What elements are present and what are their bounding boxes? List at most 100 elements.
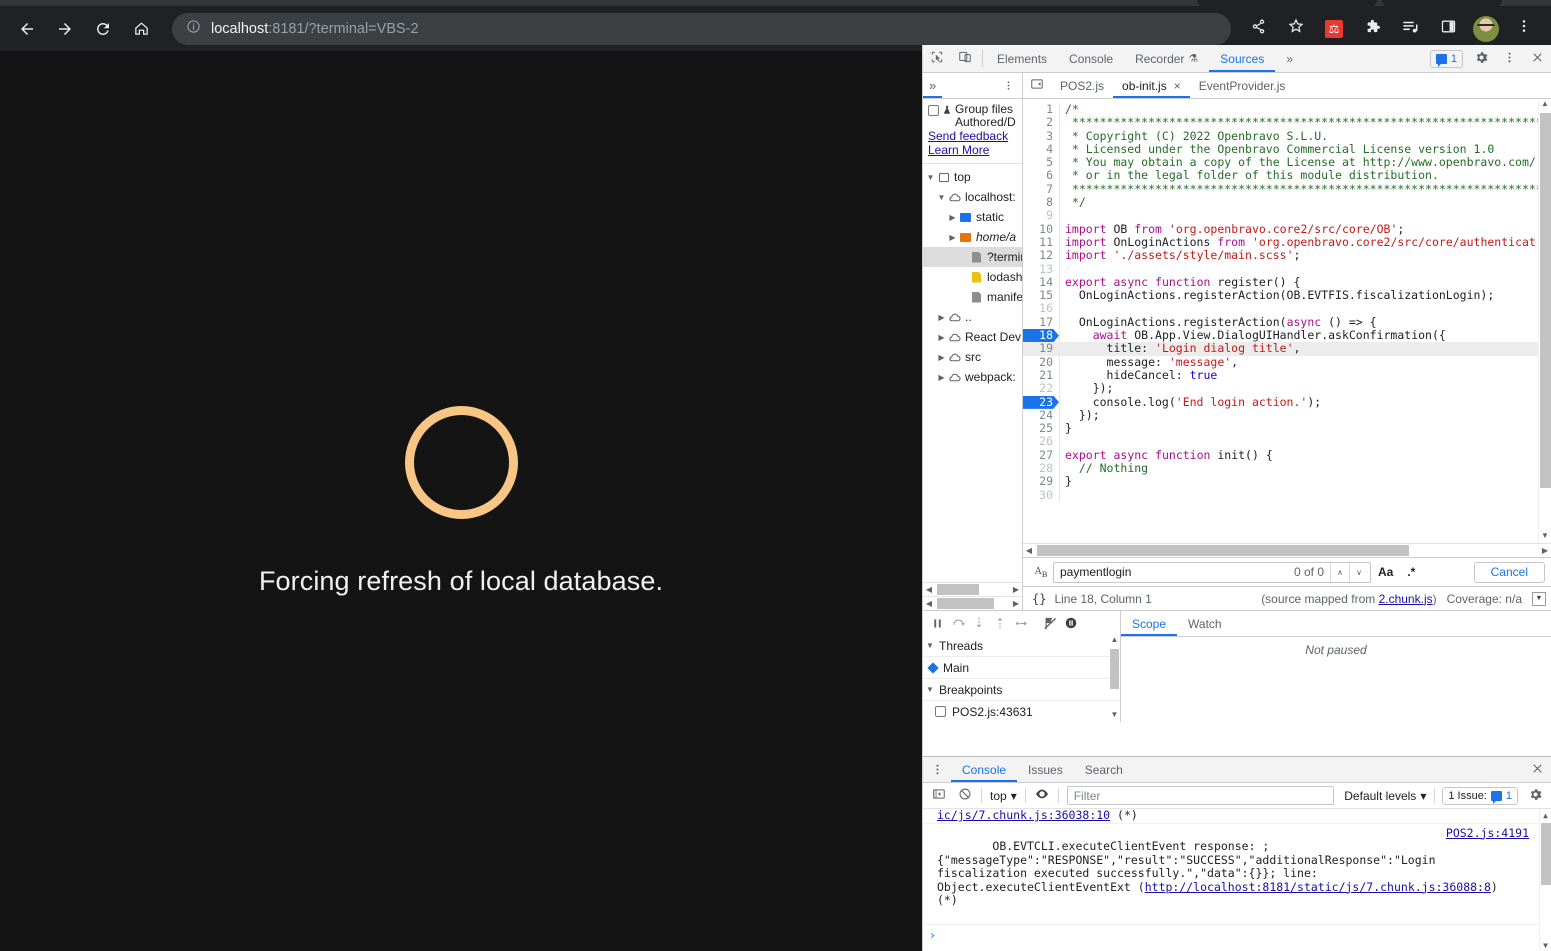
scroll-left-icon[interactable]: ◀ [923,599,935,608]
console-filter-input[interactable] [1067,786,1335,805]
drawer-tab-issues[interactable]: Issues [1017,757,1074,782]
console-levels-selector[interactable]: Default levels▾ [1339,789,1431,803]
caret-right-icon[interactable]: ▶ [947,233,958,242]
more-tabs-button[interactable]: » [1275,45,1304,72]
line-number[interactable]: 17 [1023,316,1059,329]
dropdown-box-icon[interactable]: ▼ [1532,592,1546,606]
line-number[interactable]: 30 [1023,489,1059,502]
line-number[interactable]: 19 [1023,342,1059,355]
line-number[interactable]: 11 [1023,236,1059,249]
tree-item-webpack[interactable]: ▶webpack: [923,367,1022,387]
console-issues-badge[interactable]: 1 Issue: 1 [1442,787,1518,805]
console-entry-source-link[interactable]: POS2.js:4191 [1446,827,1529,841]
extension-app-button[interactable]: ⚖ [1319,14,1349,44]
tab-sources[interactable]: Sources [1209,45,1275,72]
caret-down-icon[interactable]: ▼ [925,173,936,182]
tab-elements[interactable]: Elements [986,45,1058,72]
scroll-thumb[interactable] [937,584,979,595]
devtools-settings-button[interactable] [1467,45,1495,72]
code-horizontal-scrollbar[interactable]: ◀ ▶ [1023,543,1551,557]
threads-section-header[interactable]: ▼Threads [923,635,1120,657]
clear-console-button[interactable] [952,785,978,807]
line-number[interactable]: 12 [1023,249,1059,262]
navigator-menu-button[interactable] [1002,79,1015,92]
navigator-hscrollbar-1[interactable]: ◀ ▶ [923,582,1022,596]
search-next-button[interactable]: ∨ [1349,563,1368,582]
console-entry-url-link[interactable]: http://localhost:8181/static/js/7.chunk.… [1145,880,1491,894]
tree-item-static[interactable]: ▶static [923,207,1022,227]
issues-badge[interactable]: 1 [1430,50,1463,68]
line-number[interactable]: 6 [1023,169,1059,182]
site-info-icon[interactable] [186,19,201,39]
side-panel-button[interactable] [1433,14,1463,44]
navigator-hscrollbar-2[interactable]: ◀ ▶ [923,596,1022,610]
tab-console[interactable]: Console [1058,45,1124,72]
reload-button[interactable] [87,13,119,45]
device-toolbar-button[interactable] [951,45,979,72]
devtools-close-button[interactable] [1523,45,1551,72]
drawer-menu-button[interactable] [923,757,951,782]
media-button[interactable] [1395,14,1425,44]
line-number[interactable]: 4 [1023,143,1059,156]
search-prev-button[interactable]: ∧ [1330,563,1349,582]
step-into-button[interactable] [969,613,989,633]
pretty-print-braces-icon[interactable]: {} [1028,592,1054,606]
extensions-button[interactable] [1357,14,1387,44]
line-number[interactable]: 3 [1023,130,1059,143]
scroll-down-icon[interactable]: ▼ [1539,531,1551,543]
send-feedback-link[interactable]: Send feedback [928,129,1018,143]
code-vertical-scrollbar[interactable]: ▲ ▼ [1538,99,1551,543]
line-number[interactable]: 14 [1023,276,1059,289]
line-number[interactable]: 16 [1023,302,1059,315]
drawer-tab-console[interactable]: Console [951,757,1017,782]
tree-item-localhost[interactable]: ▼localhost: [923,187,1022,207]
tree-item-home-a[interactable]: ▶home/a [923,227,1022,247]
caret-down-icon[interactable]: ▼ [936,193,947,202]
editor-tab-close-icon[interactable]: × [1174,79,1181,93]
tab-recorder[interactable]: Recorder⚗ [1124,45,1209,72]
match-case-button[interactable]: Aa [1371,565,1400,579]
debugger-vertical-scrollbar[interactable]: ▲ ▼ [1109,635,1120,722]
scroll-down-icon[interactable]: ▼ [1109,710,1120,722]
scroll-thumb[interactable] [1540,113,1551,488]
line-number[interactable]: 8 [1023,196,1059,209]
live-expression-button[interactable] [1029,785,1055,807]
group-files-row[interactable]: Group filesAuthored/D [928,103,1018,129]
scroll-up-icon[interactable]: ▲ [1109,635,1120,647]
thread-item-main[interactable]: Main [923,657,1120,679]
scroll-left-icon[interactable]: ◀ [1023,546,1035,555]
scroll-down-icon[interactable]: ▼ [1540,939,1551,951]
tree-item-termin[interactable]: ?termin [923,247,1022,267]
line-number[interactable]: 21 [1023,369,1059,382]
line-number[interactable]: 25 [1023,422,1059,435]
search-field[interactable]: 0 of 0 ∧ ∨ [1053,562,1371,583]
step-out-button[interactable] [990,613,1010,633]
line-number[interactable]: 24 [1023,409,1059,422]
inspect-element-button[interactable] [923,45,951,72]
scroll-thumb[interactable] [1037,545,1409,556]
line-number[interactable]: 27 [1023,449,1059,462]
scroll-left-icon[interactable]: ◀ [923,585,935,594]
drawer-tab-search[interactable]: Search [1074,757,1134,782]
breakpoint-checkbox[interactable] [935,706,946,717]
step-button[interactable] [1011,613,1031,633]
caret-right-icon[interactable]: ▶ [936,313,947,322]
scroll-track[interactable] [935,598,1010,609]
line-number[interactable]: 5 [1023,156,1059,169]
step-over-button[interactable] [948,613,968,633]
line-number[interactable]: 29 [1023,475,1059,488]
deactivate-breakpoints-button[interactable] [1040,613,1060,633]
line-number[interactable]: 2 [1023,116,1059,129]
tree-item-react-dev[interactable]: ▶React Dev [923,327,1022,347]
tab-scope[interactable]: Scope [1121,611,1177,636]
scroll-thumb[interactable] [1541,823,1551,885]
code-content[interactable]: 1/*2 ***********************************… [1023,99,1551,502]
line-number[interactable]: 28 [1023,462,1059,475]
back-button[interactable] [11,13,43,45]
forward-button[interactable] [49,13,81,45]
caret-right-icon[interactable]: ▶ [936,333,947,342]
scroll-thumb[interactable] [937,598,994,609]
tree-item-[interactable]: ▶.. [923,307,1022,327]
line-number[interactable]: 13 [1023,263,1059,276]
home-button[interactable] [125,13,157,45]
